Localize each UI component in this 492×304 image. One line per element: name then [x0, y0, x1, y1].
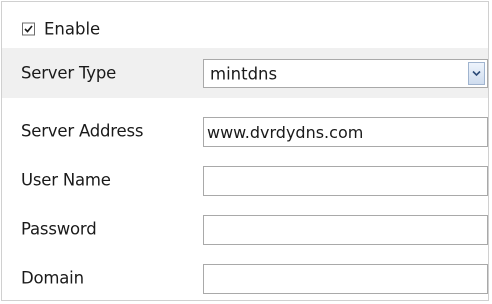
domain-label: Domain: [21, 268, 84, 288]
checkmark-icon: [24, 25, 33, 33]
chevron-down-icon: [472, 70, 481, 77]
dropdown-button[interactable]: [468, 62, 485, 85]
enable-row: Enable: [2, 10, 488, 48]
domain-row: Domain: [2, 253, 488, 303]
server-type-row: Server Type mintdns: [2, 48, 488, 98]
server-type-label: Server Type: [21, 63, 117, 83]
server-type-value: mintdns: [210, 64, 278, 83]
user-name-input[interactable]: [203, 166, 488, 196]
password-label: Password: [21, 219, 97, 239]
user-name-row: User Name: [2, 155, 488, 205]
domain-input[interactable]: [203, 264, 488, 294]
server-type-select[interactable]: mintdns: [203, 59, 488, 88]
password-row: Password: [2, 204, 488, 254]
enable-checkbox[interactable]: [22, 22, 35, 36]
server-address-label: Server Address: [21, 121, 144, 141]
enable-label: Enable: [44, 19, 101, 39]
server-address-row: Server Address: [2, 106, 488, 156]
password-input[interactable]: [203, 215, 488, 245]
ddns-settings-panel: Enable Server Type mintdns Server Addres…: [1, 1, 489, 301]
server-address-input[interactable]: [203, 117, 488, 147]
enable-toggle[interactable]: Enable: [22, 20, 100, 39]
user-name-label: User Name: [21, 170, 111, 190]
